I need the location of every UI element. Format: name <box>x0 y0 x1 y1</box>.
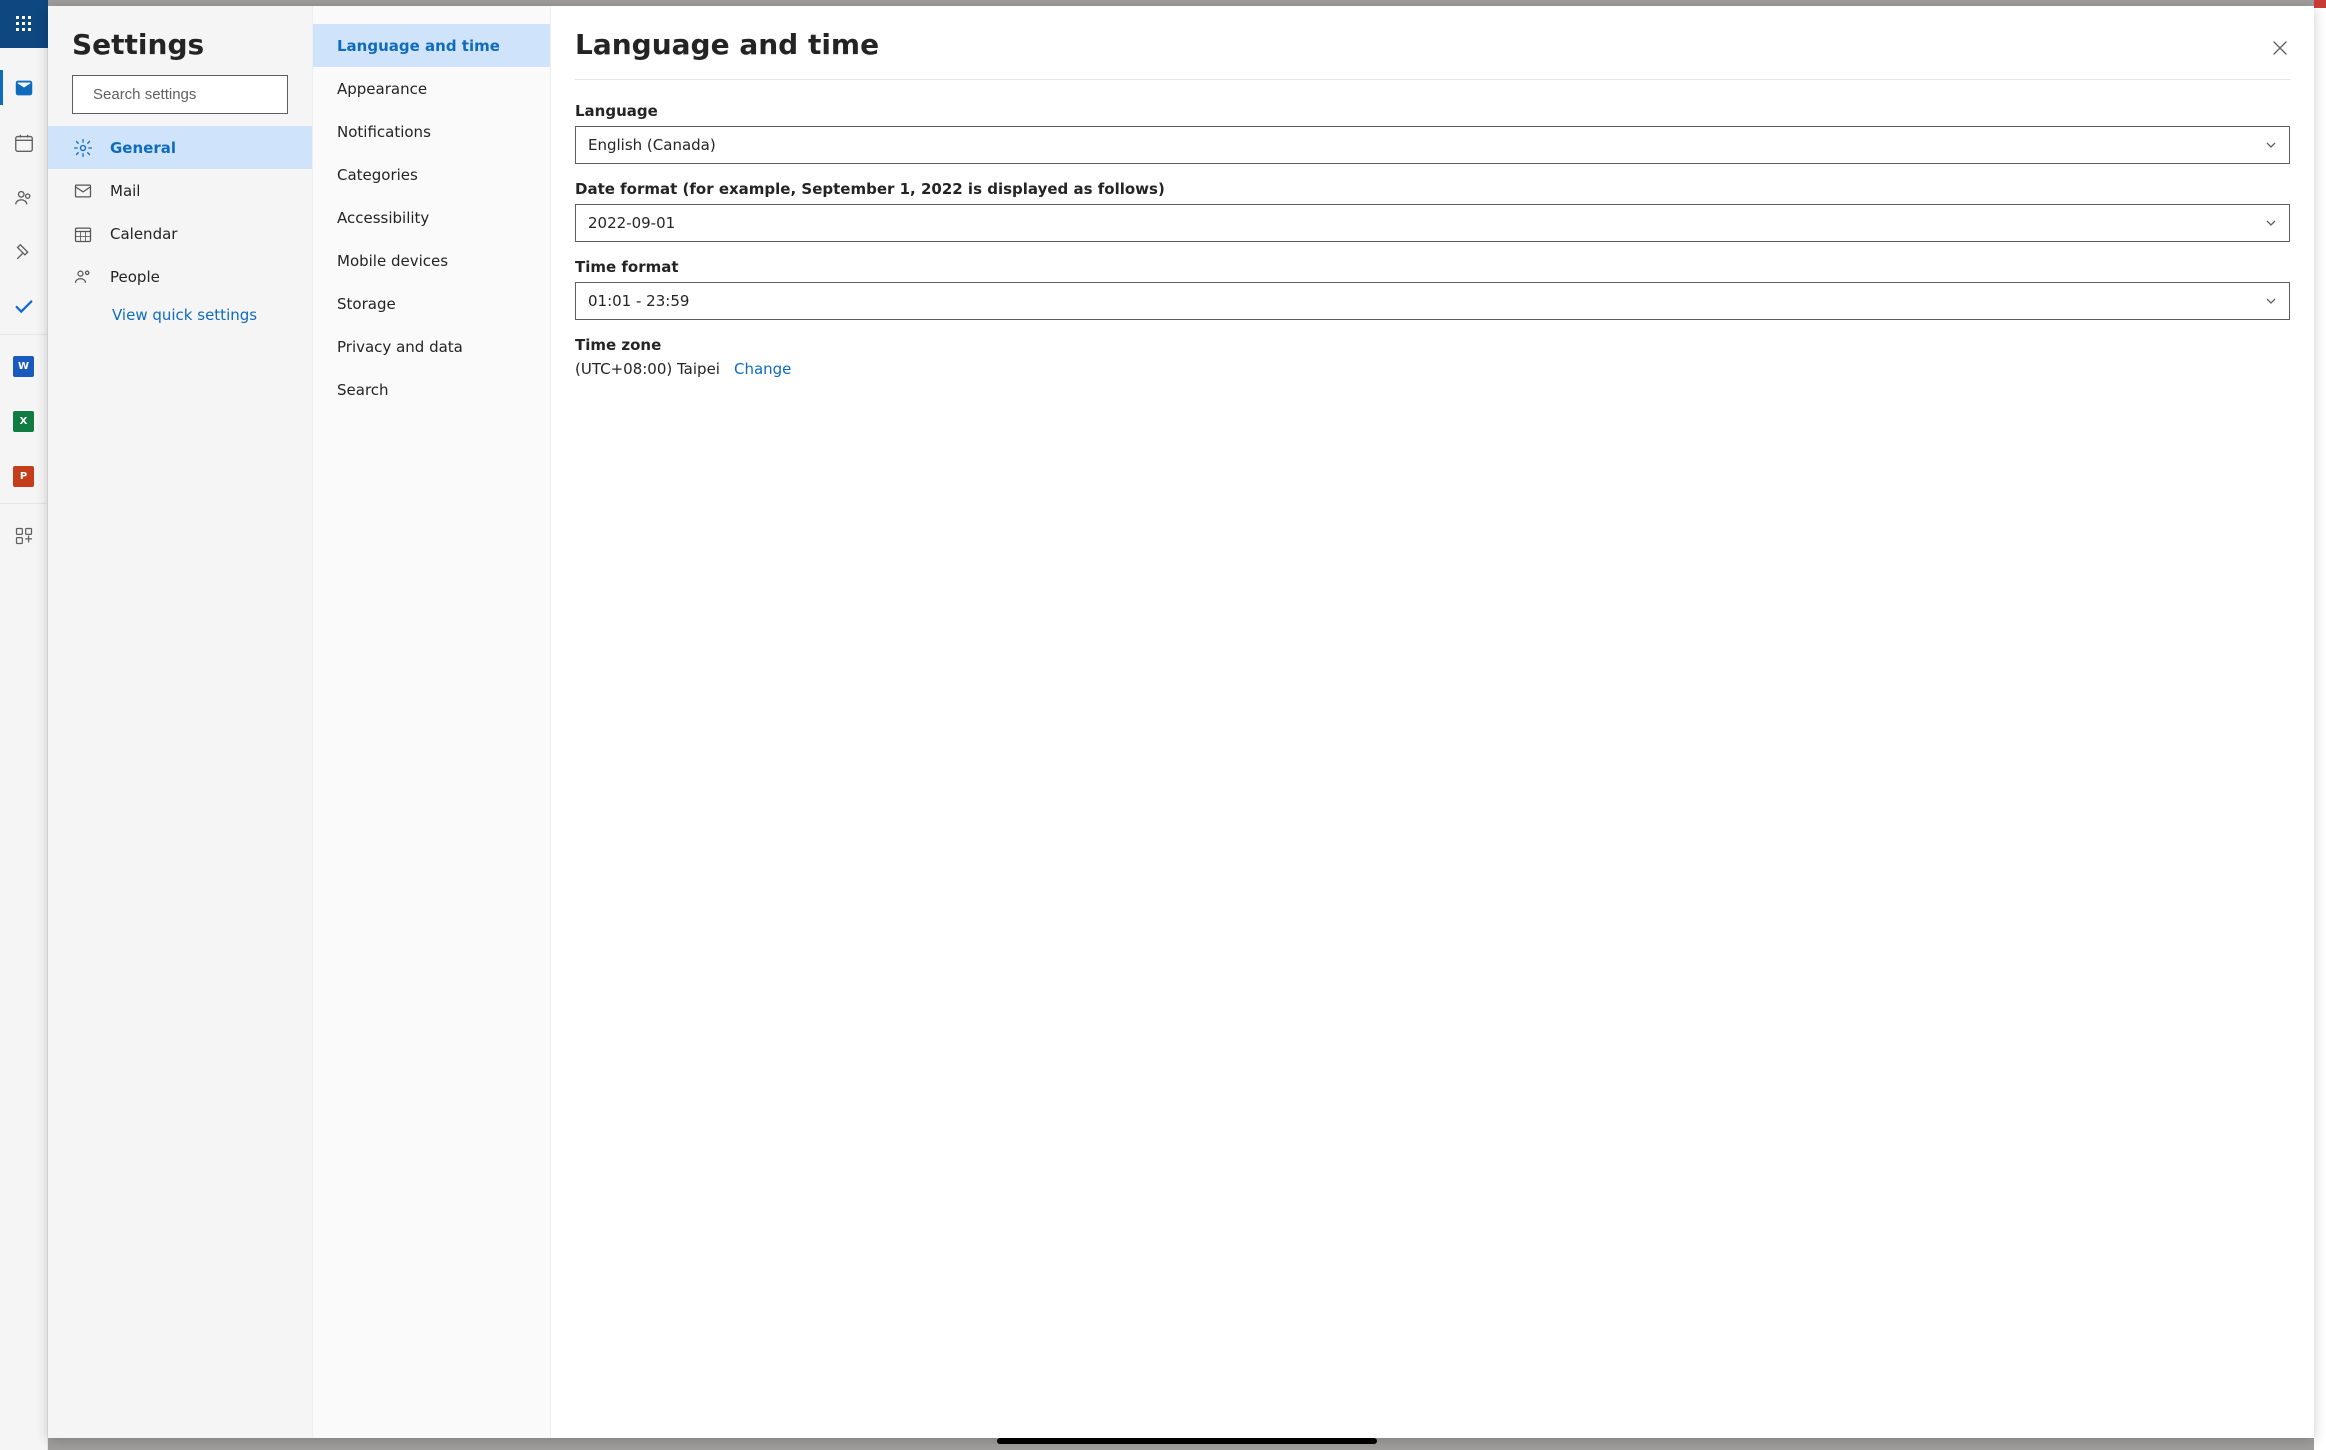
timezone-row: (UTC+08:00) Taipei Change <box>575 360 2290 378</box>
timeformat-select[interactable]: 01:01 - 23:59 <box>575 282 2290 320</box>
rail-item-calendar[interactable] <box>0 115 48 170</box>
close-icon <box>2272 40 2288 56</box>
timezone-label: Time zone <box>575 336 2290 354</box>
subcategory-language-and-time[interactable]: Language and time <box>313 24 550 67</box>
settings-panel: Settings General Mail Calendar People <box>48 6 2314 1438</box>
settings-search-input[interactable] <box>91 85 294 104</box>
rail-item-word[interactable]: W <box>0 339 48 394</box>
language-select[interactable]: English (Canada) <box>575 126 2290 164</box>
background-peek-accent <box>2314 0 2326 8</box>
view-quick-settings-link[interactable]: View quick settings <box>48 298 312 324</box>
background-peek <box>2314 0 2326 1450</box>
category-label: Mail <box>110 182 140 200</box>
chevron-down-icon <box>2265 295 2277 307</box>
language-value: English (Canada) <box>588 136 716 154</box>
files-icon <box>13 242 35 264</box>
category-calendar[interactable]: Calendar <box>48 212 312 255</box>
rail-item-todo[interactable] <box>0 280 48 335</box>
calendar-grid-icon <box>73 224 93 244</box>
language-label: Language <box>575 102 2290 120</box>
mail-icon <box>13 77 35 99</box>
calendar-icon <box>13 132 35 154</box>
settings-content: Language and time Language English (Cana… <box>550 6 2314 1438</box>
subcategory-appearance[interactable]: Appearance <box>313 67 550 110</box>
subcategory-accessibility[interactable]: Accessibility <box>313 196 550 239</box>
category-label: General <box>110 139 176 157</box>
home-indicator <box>997 1438 1377 1444</box>
settings-sidebar: Settings General Mail Calendar People <box>48 6 312 1438</box>
subcategory-categories[interactable]: Categories <box>313 153 550 196</box>
todo-icon <box>13 296 35 318</box>
close-button[interactable] <box>2264 32 2296 64</box>
mail-icon <box>73 181 93 201</box>
dateformat-label: Date format (for example, September 1, 2… <box>575 180 2290 198</box>
app-rail: W X P <box>0 0 48 1450</box>
app-launcher-button[interactable] <box>0 0 48 48</box>
subcategory-mobile-devices[interactable]: Mobile devices <box>313 239 550 282</box>
dateformat-value: 2022-09-01 <box>588 214 675 232</box>
category-label: People <box>110 268 160 286</box>
chevron-down-icon <box>2265 217 2277 229</box>
chevron-down-icon <box>2265 139 2277 151</box>
category-people[interactable]: People <box>48 255 312 298</box>
rail-item-people[interactable] <box>0 170 48 225</box>
powerpoint-icon: P <box>13 466 34 487</box>
subcategory-privacy-and-data[interactable]: Privacy and data <box>313 325 550 368</box>
subcategory-notifications[interactable]: Notifications <box>313 110 550 153</box>
timezone-change-link[interactable]: Change <box>734 360 791 378</box>
settings-title: Settings <box>48 6 312 75</box>
settings-search[interactable] <box>72 75 288 114</box>
rail-item-apps[interactable] <box>0 508 48 563</box>
category-mail[interactable]: Mail <box>48 169 312 212</box>
excel-icon: X <box>13 411 34 432</box>
gear-icon <box>73 138 93 158</box>
settings-category-list: General Mail Calendar People <box>48 126 312 298</box>
subcategory-search[interactable]: Search <box>313 368 550 411</box>
category-general[interactable]: General <box>48 126 312 169</box>
apps-icon <box>14 526 34 546</box>
timeformat-label: Time format <box>575 258 2290 276</box>
category-label: Calendar <box>110 225 177 243</box>
page-title: Language and time <box>575 28 2290 80</box>
people-icon <box>73 267 93 287</box>
timeformat-value: 01:01 - 23:59 <box>588 292 689 310</box>
rail-item-files[interactable] <box>0 225 48 280</box>
settings-subcategory-list: Language and time Appearance Notificatio… <box>312 6 550 1438</box>
dateformat-select[interactable]: 2022-09-01 <box>575 204 2290 242</box>
word-icon: W <box>13 356 34 377</box>
people-icon <box>13 187 35 209</box>
timezone-value: (UTC+08:00) Taipei <box>575 360 720 378</box>
rail-item-excel[interactable]: X <box>0 394 48 449</box>
subcategory-storage[interactable]: Storage <box>313 282 550 325</box>
rail-item-powerpoint[interactable]: P <box>0 449 48 504</box>
waffle-icon <box>16 16 32 32</box>
rail-item-mail[interactable] <box>0 60 48 115</box>
